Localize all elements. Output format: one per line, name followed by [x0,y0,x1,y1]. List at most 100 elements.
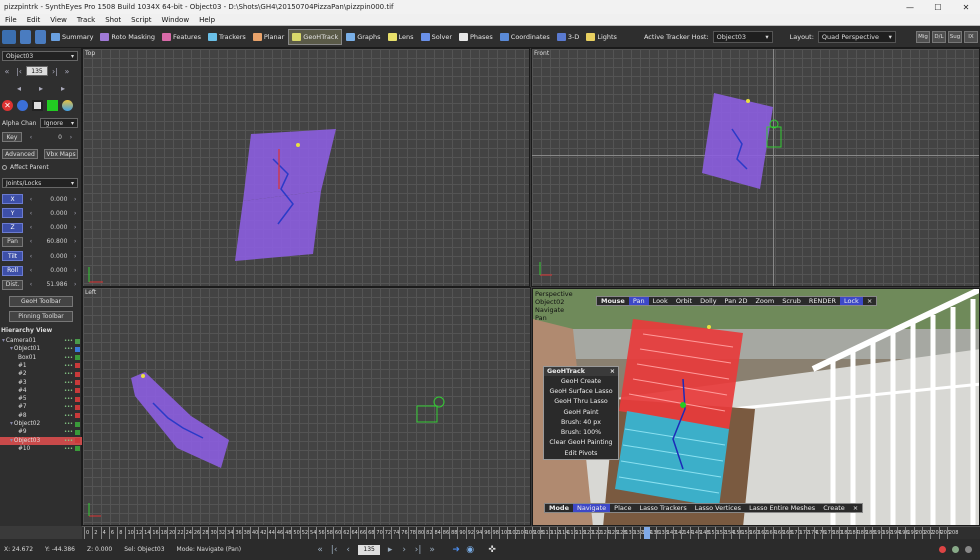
color-swatch-icon[interactable] [75,355,80,361]
increment-icon[interactable]: › [70,223,80,233]
param-value[interactable]: 0.000 [39,267,67,274]
lock-icon[interactable]: ••• [64,380,73,386]
param-y-button[interactable]: Y [2,208,24,219]
current-frame-field[interactable]: 135 [358,544,381,555]
geoh-item-clear-geoh-painting[interactable]: Clear GeoH Painting [544,438,618,448]
lock-icon[interactable]: ••• [64,371,73,377]
persp-menu-item-dolly[interactable]: Dolly [696,297,720,305]
expand-icon[interactable]: ▾ [10,421,13,427]
room-tab-coordinates[interactable]: Coordinates [497,29,553,45]
expand-icon[interactable]: ▾ [10,438,13,444]
decrement-icon[interactable]: ‹ [26,251,36,261]
room-tab-phases[interactable]: Phases [456,29,496,45]
geoh-item-brush-100[interactable]: Brush: 100% [544,427,618,437]
decrement-icon[interactable]: ‹ [26,194,36,204]
persp-menu-item-lock[interactable]: Lock [839,297,863,305]
param-value[interactable]: 60.800 [39,238,67,245]
lock-icon[interactable]: ••• [64,429,73,435]
decrement-icon[interactable]: ‹ [26,223,36,233]
menu-item-window[interactable]: Window [156,16,194,24]
close-icon[interactable]: × [849,504,862,512]
color-swatch-icon[interactable] [75,446,80,452]
hierarchy-item[interactable]: Box01 ••• [0,354,82,362]
hierarchy-item[interactable]: #2 ••• [0,370,82,378]
lock-icon[interactable]: ••• [64,438,73,444]
close-icon[interactable]: × [610,368,615,375]
decrement-icon[interactable]: ‹ [26,132,36,142]
arrow-right-icon[interactable]: ➜ [449,544,463,556]
param-value[interactable]: 0.000 [39,210,67,217]
menu-item-view[interactable]: View [45,16,72,24]
color-swatch-icon[interactable] [75,413,80,419]
frame-icon[interactable] [32,100,43,111]
room-tab-3-d[interactable]: 3-D [554,29,583,45]
color-swatch-icon[interactable] [75,388,80,394]
hierarchy-item[interactable]: ▾ Object03 ••• [0,436,82,445]
enable-icon[interactable] [47,100,58,111]
param-value[interactable]: 0.000 [39,224,67,231]
room-tab-features[interactable]: Features [159,29,204,45]
advanced-button[interactable]: Advanced [2,149,38,159]
persp-menu-item-lasso-trackers[interactable]: Lasso Trackers [635,504,690,512]
pinning-toolbar-button[interactable]: Pinning Toolbar [9,311,73,322]
play-icon[interactable]: ▸ [383,544,397,556]
step-forward-icon[interactable]: ▸ [58,83,68,93]
hierarchy-item[interactable]: #5 ••• [0,395,82,403]
color-swatch-icon[interactable] [75,363,80,369]
geoh-toolbar-button[interactable]: GeoH Toolbar [9,296,73,307]
lock-icon[interactable]: ••• [64,355,73,361]
object-select[interactable]: Object03 ▾ [2,51,78,61]
lock-icon[interactable]: ••• [64,338,73,344]
vbx-maps-button[interactable]: Vbx Maps [44,149,78,159]
room-tab-trackers[interactable]: Trackers [205,29,249,45]
param-value[interactable]: 0.000 [39,196,67,203]
room-tab-graphs[interactable]: Graphs [343,29,383,45]
room-tab-geohtrack[interactable]: GeoHTrack [288,28,343,45]
minimize-button[interactable]: — [896,3,924,12]
menu-item-file[interactable]: File [0,16,22,24]
play-icon[interactable]: ▸ [36,83,46,93]
room-tab-solver[interactable]: Solver [418,29,455,45]
color-swatch-icon[interactable] [75,396,80,402]
last-frame-icon[interactable]: » [62,66,72,76]
step-forward-icon[interactable]: › [397,544,411,556]
increment-icon[interactable]: › [70,266,80,276]
persp-menu-item-pan[interactable]: Pan [628,297,649,305]
tracker-host-select[interactable]: Object03 ▾ [712,30,773,43]
lock-icon[interactable]: ••• [64,346,73,352]
color-swatch-icon[interactable] [75,421,80,427]
geoh-item-edit-pivots[interactable]: Edit Pivots [544,448,618,458]
expand-icon[interactable]: ▾ [10,346,13,352]
room-tab-roto-masking[interactable]: Roto Masking [97,29,158,45]
lock-icon[interactable]: ••• [64,363,73,369]
maximize-button[interactable]: ☐ [924,3,952,12]
param-dist-button[interactable]: Dist. [2,279,24,290]
hierarchy-item[interactable]: ▾ Object02 ••• [0,420,82,428]
step-back-icon[interactable]: ‹ [341,544,355,556]
persp-menu-item-zoom[interactable]: Zoom [751,297,778,305]
increment-icon[interactable]: › [70,251,80,261]
prev-key-icon[interactable]: |‹ [14,66,24,76]
lock-icon[interactable]: ••• [64,404,73,410]
increment-icon[interactable]: › [70,280,80,290]
undo-icon[interactable] [20,29,31,44]
param-pan-button[interactable]: Pan [2,236,24,247]
param-value[interactable]: 51.986 [39,281,67,288]
frame-field[interactable]: 135 [26,66,48,76]
lock-icon[interactable]: ••• [64,396,73,402]
decrement-icon[interactable]: ‹ [26,280,36,290]
persp-menu-item-lasso-entire-meshes[interactable]: Lasso Entire Meshes [745,504,819,512]
decrement-icon[interactable]: ‹ [26,237,36,247]
hierarchy-item[interactable]: #1 ••• [0,362,82,370]
geoh-item-geoh-create[interactable]: GeoH Create [544,376,618,386]
layout-select[interactable]: Quad Perspective ▾ [817,30,896,43]
room-tab-lights[interactable]: Lights [583,29,620,45]
lock-icon[interactable]: ••• [64,388,73,394]
persp-menu-item-place[interactable]: Place [610,504,635,512]
next-key-icon[interactable]: ›| [50,66,60,76]
hierarchy-item[interactable]: #4 ••• [0,387,82,395]
alpha-select[interactable]: Ignore ▾ [40,118,78,128]
close-button[interactable]: ✕ [952,3,980,12]
first-frame-icon[interactable]: « [313,544,327,556]
hierarchy-item[interactable]: #10 ••• [0,445,82,453]
